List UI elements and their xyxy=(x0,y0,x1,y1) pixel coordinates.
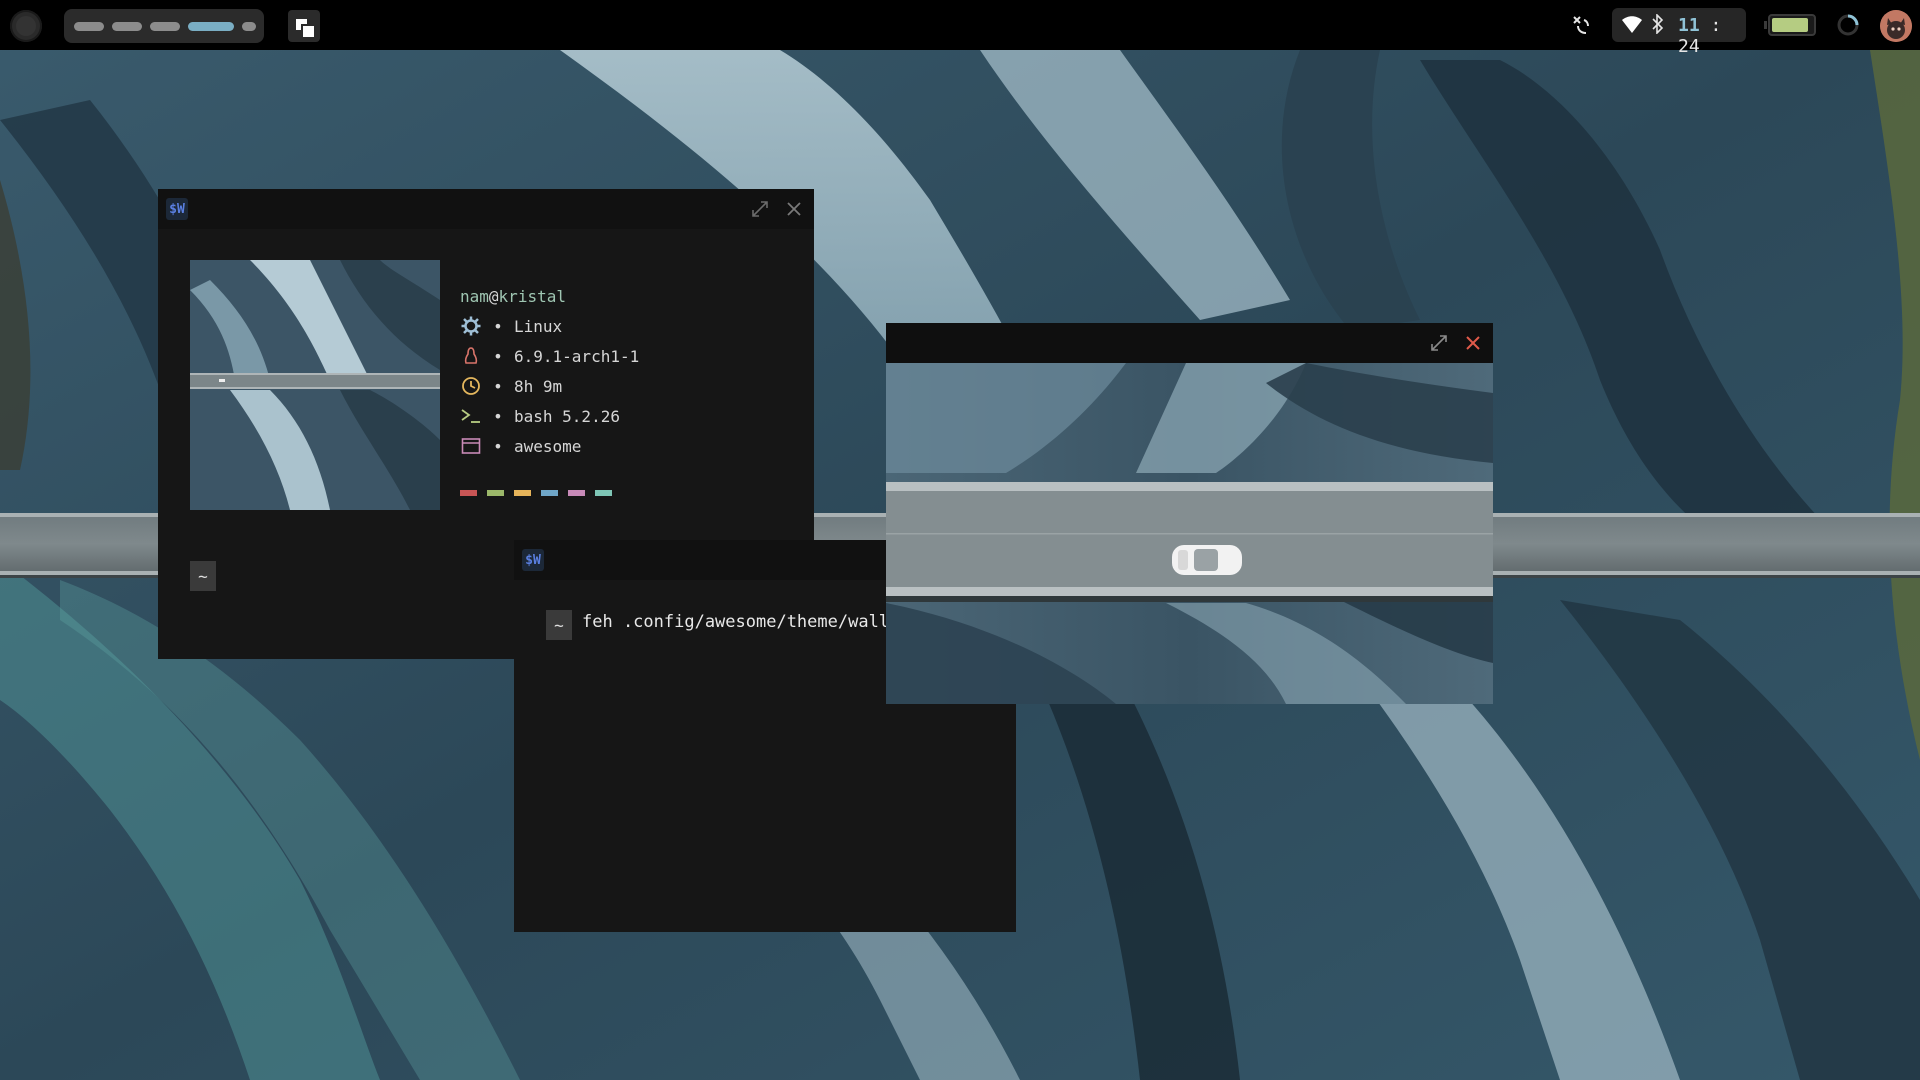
launcher-icon[interactable] xyxy=(10,10,42,42)
at-sign: @ xyxy=(488,286,499,306)
wallpaper-image xyxy=(886,363,1493,704)
titlebar[interactable]: $W xyxy=(158,189,814,229)
command-text[interactable]: feh .config/awesome/theme/wall.jpg xyxy=(582,612,930,632)
tag-1[interactable] xyxy=(74,21,104,31)
titlebar[interactable] xyxy=(886,323,1493,363)
palette-swatch xyxy=(541,490,558,496)
kernel-line: • 6.9.1-arch1-1 xyxy=(460,341,639,371)
maximize-icon[interactable] xyxy=(750,199,770,219)
hostname: kristal xyxy=(498,286,566,306)
image-viewer-window[interactable] xyxy=(886,323,1493,704)
shell-line: • bash 5.2.26 xyxy=(460,401,639,431)
shell-value: bash 5.2.26 xyxy=(514,406,620,426)
shell-prompt: ~ xyxy=(546,610,572,640)
car xyxy=(1172,545,1242,575)
close-icon[interactable] xyxy=(1463,333,1483,353)
kernel-value: 6.9.1-arch1-1 xyxy=(514,346,640,366)
bluetooth-icon[interactable] xyxy=(1652,13,1664,39)
tag-5[interactable] xyxy=(242,21,256,31)
terminal-app-icon: $W xyxy=(166,198,188,220)
taglist xyxy=(64,9,264,43)
terminal-icon xyxy=(460,405,482,427)
tag-4-active[interactable] xyxy=(188,21,234,31)
network-manager-icon[interactable] xyxy=(1568,12,1594,38)
layout-icon[interactable] xyxy=(288,10,320,42)
os-value: Linux xyxy=(514,316,563,336)
uptime-value: 8h 9m xyxy=(514,376,563,396)
palette-swatch xyxy=(487,490,504,496)
bullet: • xyxy=(493,316,503,336)
clock-separator: : xyxy=(1699,15,1722,36)
gear-icon xyxy=(460,315,482,337)
bullet: • xyxy=(493,436,503,456)
penguin-icon xyxy=(460,345,482,367)
tag-2[interactable] xyxy=(112,21,142,31)
bullet: • xyxy=(493,376,503,396)
palette-swatch xyxy=(514,490,531,496)
avatar-icon[interactable] xyxy=(1880,10,1912,42)
bullet: • xyxy=(493,346,503,366)
window-icon xyxy=(460,435,482,457)
battery-icon[interactable] xyxy=(1764,14,1816,36)
wifi-icon[interactable] xyxy=(1622,16,1642,38)
loading-spinner-icon xyxy=(1837,14,1859,36)
shell-prompt: ~ xyxy=(190,561,216,591)
clock-minute: 24 xyxy=(1678,36,1700,57)
user-host-line: nam @ kristal xyxy=(460,281,639,311)
fetch-thumbnail-image xyxy=(190,260,440,510)
fetch-info: nam @ kristal • Linux • 6.9.1-arch1-1 • 8h… xyxy=(460,281,639,461)
maximize-icon[interactable] xyxy=(1429,333,1449,353)
clock-icon xyxy=(460,375,482,397)
close-icon[interactable] xyxy=(784,199,804,219)
palette-swatch xyxy=(595,490,612,496)
wm-line: • awesome xyxy=(460,431,639,461)
username: nam xyxy=(460,286,489,306)
tag-3[interactable] xyxy=(150,21,180,31)
clock[interactable]: 11 : 24 xyxy=(1678,15,1746,57)
uptime-line: • 8h 9m xyxy=(460,371,639,401)
wm-value: awesome xyxy=(514,436,582,456)
palette-swatch xyxy=(568,490,585,496)
clock-hour: 11 xyxy=(1678,15,1700,36)
palette-swatch xyxy=(460,490,477,496)
status-panel: 11 : 24 xyxy=(1612,8,1746,57)
terminal-app-icon: $W xyxy=(522,549,544,571)
color-palette xyxy=(460,490,612,496)
bullet: • xyxy=(493,406,503,426)
top-bar: 11 : 24 xyxy=(0,0,1920,57)
os-line: • Linux xyxy=(460,311,639,341)
